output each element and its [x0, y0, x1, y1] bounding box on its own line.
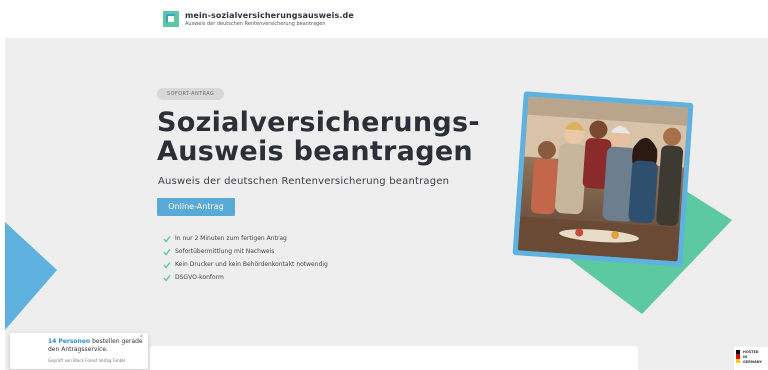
page-title-line-2: Ausweis beantragen: [157, 136, 473, 167]
feature-item: In nur 2 Minuten zum fertigen Antrag: [163, 232, 328, 245]
check-icon: [163, 235, 171, 243]
feature-label: In nur 2 Minuten zum fertigen Antrag: [175, 235, 287, 242]
hero-photo-frame: [512, 91, 694, 267]
notification-footer: Geprüft von Black Forest Verlag GmbH: [48, 358, 126, 363]
hosted-in-germany-badge: HOSTED IN GERMANY: [734, 347, 768, 370]
feature-item: Sofortübermittlung mit Nachweis: [163, 245, 328, 258]
page-subtitle: Ausweis der deutschen Rentenversicherung…: [158, 176, 450, 187]
family-photo-illustration: [517, 96, 689, 262]
hosted-badge-text: HOSTED IN GERMANY: [743, 350, 762, 365]
feature-label: Kein Drucker und kein Behördenkontakt no…: [175, 261, 328, 268]
social-proof-notification[interactable]: 14 Personen bestellen gerade den Antrags…: [10, 333, 148, 369]
feature-label: DSGVO-konform: [175, 274, 224, 281]
feature-label: Sofortübermittlung mit Nachweis: [175, 248, 275, 255]
page-title-line-1: Sozialversicherungs-: [157, 107, 480, 138]
notification-count: 14 Personen: [48, 338, 91, 345]
check-icon: [163, 261, 171, 269]
content-card: [150, 346, 638, 370]
site-header: mein-sozialversicherungsausweis.de Auswe…: [0, 0, 768, 38]
logo-mark-icon[interactable]: [163, 11, 179, 27]
online-antrag-button[interactable]: Online-Antrag: [157, 198, 235, 216]
brand-title[interactable]: mein-sozialversicherungsausweis.de: [185, 11, 354, 20]
decorative-blue-shape: [5, 222, 57, 330]
german-flag-icon: [736, 350, 740, 363]
hosted-line-3: GERMANY: [743, 360, 763, 364]
check-icon: [163, 248, 171, 256]
family-photo: [517, 96, 689, 262]
notification-text: 14 Personen bestellen gerade den Antrags…: [48, 338, 144, 354]
check-icon: [163, 274, 171, 282]
brand-subtitle: Ausweis der deutschen Rentenversicherung…: [185, 21, 326, 27]
page-title: Sozialversicherungs- Ausweis beantragen: [157, 108, 480, 166]
feature-item: DSGVO-konform: [163, 271, 328, 284]
feature-item: Kein Drucker und kein Behördenkontakt no…: [163, 258, 328, 271]
feature-list: In nur 2 Minuten zum fertigen Antrag Sof…: [163, 232, 328, 284]
sofort-antrag-badge: SOFORT-ANTRAG: [157, 88, 225, 100]
close-icon[interactable]: ×: [139, 333, 144, 340]
